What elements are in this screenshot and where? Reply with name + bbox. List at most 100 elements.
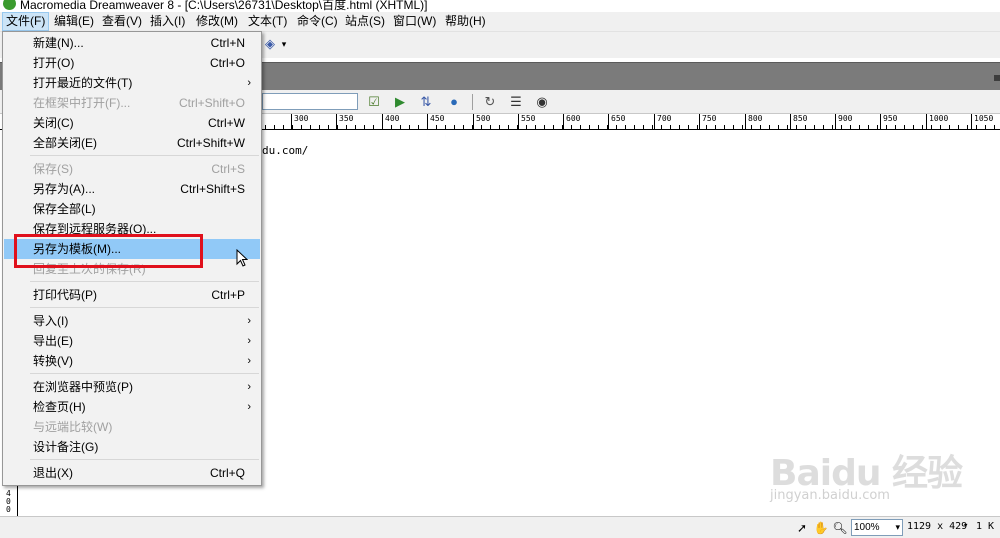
menu-item-label: 设计备注(G): [33, 440, 99, 454]
menu-item-close-all[interactable]: 全部关闭(E) Ctrl+Shift+W: [4, 133, 260, 153]
menu-window[interactable]: 窗口(W): [390, 12, 439, 31]
menu-item-label: 另存为(A)...: [33, 182, 95, 196]
ruler-minor-tick: [697, 125, 698, 129]
ruler-minor-tick: [895, 125, 896, 129]
ruler-minor-tick: [301, 125, 302, 129]
file-transfer-icon[interactable]: ⇅: [416, 93, 436, 111]
submenu-arrow-icon: ›: [247, 77, 251, 89]
ruler-minor-tick: [949, 125, 950, 129]
ruler-minor-tick: [598, 125, 599, 129]
ruler-minor-tick: [499, 125, 500, 129]
menu-item-label: 新建(N)...: [33, 36, 84, 50]
dropdown-arrow-icon[interactable]: ▾: [276, 36, 292, 52]
menu-file[interactable]: 文件(F): [2, 12, 50, 31]
menu-item-design-notes[interactable]: 设计备注(G): [4, 437, 260, 457]
view-options-icon[interactable]: ☰: [506, 93, 526, 111]
menu-item-label: 保存(S): [33, 162, 73, 176]
menu-item-check-page[interactable]: 检查页(H) ›: [4, 397, 260, 417]
panel-edge-handle[interactable]: [994, 75, 1000, 81]
menu-item-print-code[interactable]: 打印代码(P) Ctrl+P: [4, 285, 260, 305]
window-size-readout[interactable]: 1129 x 429: [907, 521, 967, 532]
ruler-minor-tick: [922, 125, 923, 129]
ruler-minor-tick: [409, 125, 410, 129]
check-browser-icon[interactable]: ▶: [390, 93, 410, 111]
submenu-arrow-icon: ›: [247, 355, 251, 367]
chevron-down-icon[interactable]: ▾: [963, 521, 968, 531]
ruler-minor-tick: [652, 125, 653, 129]
ruler-minor-tick: [913, 125, 914, 129]
menu-item-new[interactable]: 新建(N)... Ctrl+N: [4, 33, 260, 53]
menu-site[interactable]: 站点(S): [342, 12, 388, 31]
menu-item-close[interactable]: 关闭(C) Ctrl+W: [4, 113, 260, 133]
menu-item-label: 打印代码(P): [33, 288, 97, 302]
ruler-minor-tick: [337, 125, 338, 129]
menu-item-export[interactable]: 导出(E) ›: [4, 331, 260, 351]
submenu-arrow-icon: ›: [247, 381, 251, 393]
ruler-minor-tick: [769, 125, 770, 129]
menu-item-open[interactable]: 打开(O) Ctrl+O: [4, 53, 260, 73]
menu-item-open-recent[interactable]: 打开最近的文件(T) ›: [4, 73, 260, 93]
ruler-minor-tick: [427, 125, 428, 129]
vertical-ruler-label: 400: [6, 489, 11, 514]
zoom-select[interactable]: 100% ▾: [851, 519, 903, 536]
menu-item-save-all[interactable]: 保存全部(L): [4, 199, 260, 219]
ruler-minor-tick: [787, 125, 788, 129]
menu-modify[interactable]: 修改(M): [193, 12, 241, 31]
zoom-tool-icon[interactable]: 🔍︎: [832, 520, 848, 536]
menu-item-convert[interactable]: 转换(V) ›: [4, 351, 260, 371]
menu-view[interactable]: 查看(V): [99, 12, 145, 31]
menu-item-exit[interactable]: 退出(X) Ctrl+Q: [4, 463, 260, 483]
menu-item-preview-in-browser[interactable]: 在浏览器中预览(P) ›: [4, 377, 260, 397]
menu-commands[interactable]: 命令(C): [294, 12, 341, 31]
menu-text[interactable]: 文本(T): [245, 12, 290, 31]
visual-aids-icon[interactable]: ◉: [532, 93, 552, 111]
ruler-minor-tick: [373, 125, 374, 129]
menu-item-compare-remote: 与远端比较(W): [4, 417, 260, 437]
ruler-minor-tick: [283, 125, 284, 129]
menu-item-shortcut: Ctrl+Shift+O: [178, 96, 245, 110]
hand-tool-icon[interactable]: ✋: [813, 520, 829, 536]
ruler-minor-tick: [832, 125, 833, 129]
ruler-minor-tick: [706, 125, 707, 129]
ruler-minor-tick: [445, 125, 446, 129]
ruler-minor-tick: [625, 125, 626, 129]
ruler-minor-tick: [292, 125, 293, 129]
menu-edit[interactable]: 编辑(E): [51, 12, 97, 31]
ruler-minor-tick: [850, 125, 851, 129]
menu-item-save-as[interactable]: 另存为(A)... Ctrl+Shift+S: [4, 179, 260, 199]
ruler-minor-tick: [544, 125, 545, 129]
ruler-minor-tick: [553, 125, 554, 129]
menu-item-import[interactable]: 导入(I) ›: [4, 311, 260, 331]
refresh-icon[interactable]: ↻: [480, 93, 500, 111]
menu-separator: [30, 373, 259, 374]
menu-help[interactable]: 帮助(H): [442, 12, 489, 31]
ruler-minor-tick: [436, 125, 437, 129]
ruler-minor-tick: [940, 125, 941, 129]
ruler-minor-tick: [481, 125, 482, 129]
menu-item-shortcut: Ctrl+W: [208, 116, 245, 130]
ruler-minor-tick: [517, 125, 518, 129]
menu-item-label: 全部关闭(E): [33, 136, 97, 150]
menu-item-label: 导出(E): [33, 334, 73, 348]
ruler-minor-tick: [319, 125, 320, 129]
ruler-minor-tick: [778, 125, 779, 129]
ruler-minor-tick: [526, 125, 527, 129]
preview-browser-icon[interactable]: ●: [444, 93, 464, 111]
menu-separator: [30, 155, 259, 156]
ruler-minor-tick: [463, 125, 464, 129]
ruler-minor-tick: [400, 125, 401, 129]
select-tool-icon[interactable]: ➚: [794, 520, 810, 536]
ruler-minor-tick: [382, 125, 383, 129]
dreamweaver-app-icon: [3, 0, 16, 10]
ruler-minor-tick: [535, 125, 536, 129]
ruler-minor-tick: [391, 125, 392, 129]
menu-item-label: 转换(V): [33, 354, 73, 368]
ruler-minor-tick: [904, 125, 905, 129]
title-bar: Macromedia Dreamweaver 8 - [C:\Users\267…: [0, 0, 1000, 12]
menu-insert[interactable]: 插入(I): [147, 12, 188, 31]
page-title-input[interactable]: [262, 93, 358, 110]
ruler-minor-tick: [715, 125, 716, 129]
menu-separator: [30, 307, 259, 308]
validate-icon[interactable]: ☑: [364, 93, 384, 111]
ruler-minor-tick: [751, 125, 752, 129]
